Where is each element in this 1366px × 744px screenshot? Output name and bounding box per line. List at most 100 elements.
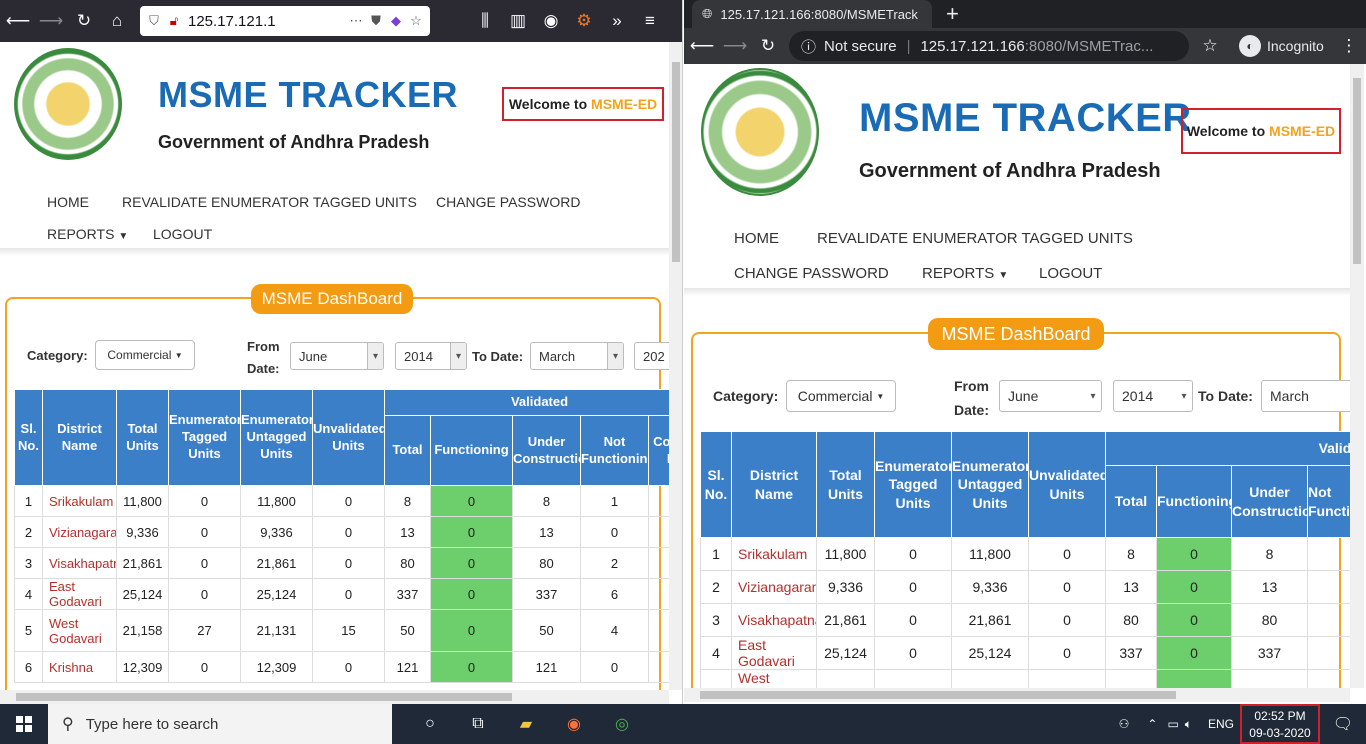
category-dropdown[interactable]: Commercial ▼ <box>95 340 195 370</box>
firefox-icon[interactable]: ◉ <box>550 704 598 744</box>
windows-start-icon[interactable] <box>0 704 48 744</box>
chevron-down-icon: ▾ <box>1176 381 1192 411</box>
nav-logout[interactable]: LOGOUT <box>1039 265 1102 282</box>
from-month-select[interactable]: June ▾ <box>290 342 384 370</box>
nav-reports[interactable]: REPORTS ▼ <box>47 226 128 242</box>
network-icon[interactable]: ▭ <box>1167 717 1178 731</box>
caret-down-icon: ▼ <box>876 391 885 401</box>
url-bar[interactable]: ⛉ 🔓︎ 125.17.121.1 ⋯ ⛊ ◆ ☆ <box>140 6 430 36</box>
nav-home[interactable]: HOME <box>47 194 89 210</box>
incognito-indicator[interactable]: ◐ Incognito <box>1239 35 1324 57</box>
new-tab-plus-icon[interactable]: + <box>946 0 959 28</box>
left-browser-window: ⟵ ⟶ ↻ ⌂ ⛉ 🔓︎ 125.17.121.1 ⋯ ⛊ ◆ ☆ ⫼ ▥ ◉ … <box>0 0 683 704</box>
library-icon[interactable]: ⫼ <box>470 6 500 36</box>
cell-partial <box>647 547 669 579</box>
omnibox[interactable]: ⓘ Not secure | 125.17.121.166:8080/MSMET… <box>789 31 1189 61</box>
from-month-select[interactable]: June ▾ <box>999 380 1102 412</box>
chrome-icon[interactable]: ◎ <box>598 704 646 744</box>
overflow-chevron-icon[interactable]: » <box>602 6 632 36</box>
nav-change-password[interactable]: CHANGE PASSWORD <box>734 265 889 282</box>
nav-revalidate[interactable]: REVALIDATE ENUMERATOR TAGGED UNITS <box>122 194 417 210</box>
cell-functioning: 0 <box>1156 537 1232 571</box>
left-horizontal-scrollbar[interactable] <box>0 690 669 704</box>
from-label-1: From <box>954 378 989 394</box>
pocket-icon[interactable]: ⛊ <box>366 13 386 29</box>
task-view-icon[interactable]: ⧉ <box>454 704 502 744</box>
chevron-down-icon: ▾ <box>367 343 383 369</box>
language-indicator[interactable]: ENG <box>1208 717 1234 731</box>
kebab-menu-icon[interactable]: ⋮ <box>1334 31 1364 61</box>
header-functioning: Functioning <box>430 415 513 486</box>
to-month-select[interactable]: March ▾ <box>530 342 624 370</box>
caret-down-icon: ▼ <box>118 231 129 242</box>
back-icon[interactable]: ⟵ <box>3 6 33 36</box>
info-icon: ⓘ <box>801 38 817 56</box>
district-link[interactable]: East Godavari <box>42 578 117 610</box>
district-link[interactable]: Vizianagaram <box>731 570 817 604</box>
forward-icon[interactable]: ⟶ <box>36 6 66 36</box>
chrome-toolbar: ⟵ ⟶ ↻ ⓘ Not secure | 125.17.121.166:8080… <box>684 28 1366 64</box>
bookmark-star-icon[interactable]: ☆ <box>1195 31 1225 61</box>
nav-logout[interactable]: LOGOUT <box>153 226 212 242</box>
cell-untagged: 21,861 <box>951 603 1029 637</box>
cell-functioning: 0 <box>1156 570 1232 604</box>
cell-untagged: 11,800 <box>240 485 313 517</box>
cell-untagged: 25,124 <box>240 578 313 610</box>
right-vertical-scrollbar[interactable] <box>1350 64 1364 688</box>
extension-icon[interactable]: ◆ <box>386 13 406 29</box>
msme-table: Sl. No. District Name Total Units Enumer… <box>700 431 1350 688</box>
cell-slno: 1 <box>700 537 732 571</box>
firefox-toolbar: ⟵ ⟶ ↻ ⌂ ⛉ 🔓︎ 125.17.121.1 ⋯ ⛊ ◆ ☆ ⫼ ▥ ◉ … <box>0 0 682 42</box>
from-year-select[interactable]: 2014 ▾ <box>1113 380 1193 412</box>
district-link[interactable]: West <box>731 669 817 688</box>
cell-tagged: 0 <box>168 516 241 548</box>
district-link[interactable]: West Godavari <box>42 609 117 652</box>
notifications-icon[interactable]: 🗨︎ <box>1320 714 1366 734</box>
cell-not-functioning: 2 <box>580 547 649 579</box>
table-row: 5 West Godavari 21,158 27 21,131 15 50 0 50 4 <box>14 609 669 652</box>
cell-untagged: 12,309 <box>240 651 313 683</box>
reload-icon[interactable]: ↻ <box>753 31 783 61</box>
back-icon[interactable]: ⟵ <box>687 31 717 61</box>
district-link[interactable]: Visakhapatnam <box>731 603 817 637</box>
left-vertical-scrollbar[interactable] <box>669 42 682 690</box>
account-icon[interactable]: ◉ <box>536 6 566 36</box>
right-horizontal-scrollbar[interactable] <box>684 688 1350 702</box>
more-icon[interactable]: ⋯ <box>346 13 366 29</box>
active-tab[interactable]: 🌐︎ 125.17.121.166:8080/MSMETrack <box>692 0 932 28</box>
district-link[interactable]: Srikakulam <box>731 537 817 571</box>
sidebar-icon[interactable]: ▥ <box>503 6 533 36</box>
nav-revalidate[interactable]: REVALIDATE ENUMERATOR TAGGED UNITS <box>817 230 1133 247</box>
home-icon[interactable]: ⌂ <box>102 6 132 36</box>
nav-home[interactable]: HOME <box>734 230 779 247</box>
cell-slno: 6 <box>14 651 43 683</box>
district-link[interactable]: East Godavari <box>731 636 817 670</box>
taskbar-search[interactable]: ⚲ Type here to search <box>48 704 392 744</box>
addon-icon[interactable]: ⚙ <box>569 6 599 36</box>
to-month-select[interactable]: March <box>1261 380 1350 412</box>
nav-reports[interactable]: REPORTS ▼ <box>922 265 1008 282</box>
volume-icon[interactable]: 🔈︎ <box>1185 717 1192 732</box>
from-month-value: June <box>299 348 328 364</box>
clock[interactable]: 02:52 PM 09-03-2020 <box>1240 704 1320 744</box>
district-link[interactable]: Vizianagaram <box>42 516 117 548</box>
file-explorer-icon[interactable]: ▰ <box>502 704 550 744</box>
cell-validated-total: 13 <box>384 516 431 548</box>
district-link[interactable]: Krishna <box>42 651 117 683</box>
district-link[interactable]: Visakhapatnam <box>42 547 117 579</box>
tray-overflow-icon[interactable]: ⌃ <box>1147 717 1157 731</box>
reload-icon[interactable]: ↻ <box>69 6 99 36</box>
welcome-banner: Welcome to MSME-ED <box>1181 108 1341 154</box>
cortana-icon[interactable]: ○ <box>406 704 454 744</box>
to-year-select[interactable]: 202 <box>634 342 669 370</box>
bookmark-star-icon[interactable]: ☆ <box>406 13 426 29</box>
nav-change-password[interactable]: CHANGE PASSWORD <box>436 194 580 210</box>
from-label-2: Date: <box>954 402 990 418</box>
menu-icon[interactable]: ≡ <box>635 6 665 36</box>
category-dropdown[interactable]: Commercial ▼ <box>786 380 896 412</box>
people-icon[interactable]: ⚇ <box>1119 717 1130 731</box>
district-link[interactable]: Srikakulam <box>42 485 117 517</box>
from-year-select[interactable]: 2014 ▾ <box>395 342 467 370</box>
forward-icon[interactable]: ⟶ <box>720 31 750 61</box>
cell-under-construction: 13 <box>512 516 581 548</box>
